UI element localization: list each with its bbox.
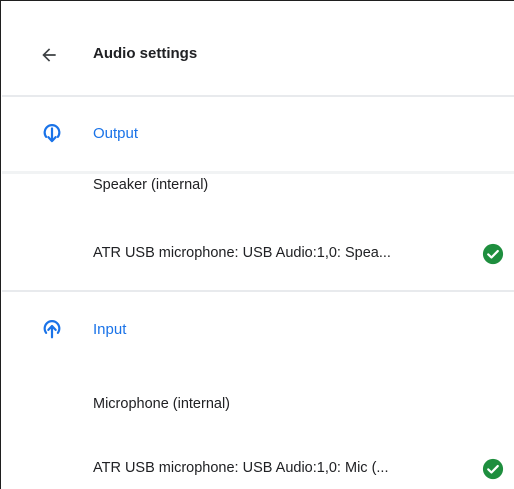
section-divider bbox=[2, 290, 514, 292]
input-arrow-icon bbox=[43, 320, 61, 339]
device-label: Speaker (internal) bbox=[93, 177, 209, 193]
page-header: Audio settings bbox=[1, 1, 514, 95]
input-device-microphone-internal[interactable]: Microphone (internal) bbox=[1, 385, 514, 425]
arrow-left-icon bbox=[42, 48, 56, 62]
audio-settings-page: Audio settings Output Speaker (internal)… bbox=[0, 0, 514, 489]
header-divider bbox=[2, 95, 514, 97]
check-circle-icon bbox=[482, 458, 504, 480]
device-label: ATR USB microphone: USB Audio:1,0: Mic (… bbox=[93, 460, 389, 476]
device-label: Microphone (internal) bbox=[93, 396, 231, 412]
output-section-header: Output bbox=[1, 112, 514, 152]
output-device-speaker-internal[interactable]: Speaker (internal) bbox=[1, 166, 514, 206]
output-arrow-icon bbox=[43, 124, 61, 143]
output-label: Output bbox=[93, 125, 139, 142]
device-label: ATR USB microphone: USB Audio:1,0: Spea.… bbox=[93, 245, 391, 261]
input-label: Input bbox=[93, 321, 127, 338]
check-circle-icon bbox=[482, 243, 504, 265]
output-device-atr-usb[interactable]: ATR USB microphone: USB Audio:1,0: Spea.… bbox=[1, 234, 514, 274]
input-section-header: Input bbox=[1, 308, 514, 348]
back-button[interactable] bbox=[35, 41, 63, 69]
input-device-atr-usb[interactable]: ATR USB microphone: USB Audio:1,0: Mic (… bbox=[1, 449, 514, 489]
page-title: Audio settings bbox=[93, 45, 198, 62]
